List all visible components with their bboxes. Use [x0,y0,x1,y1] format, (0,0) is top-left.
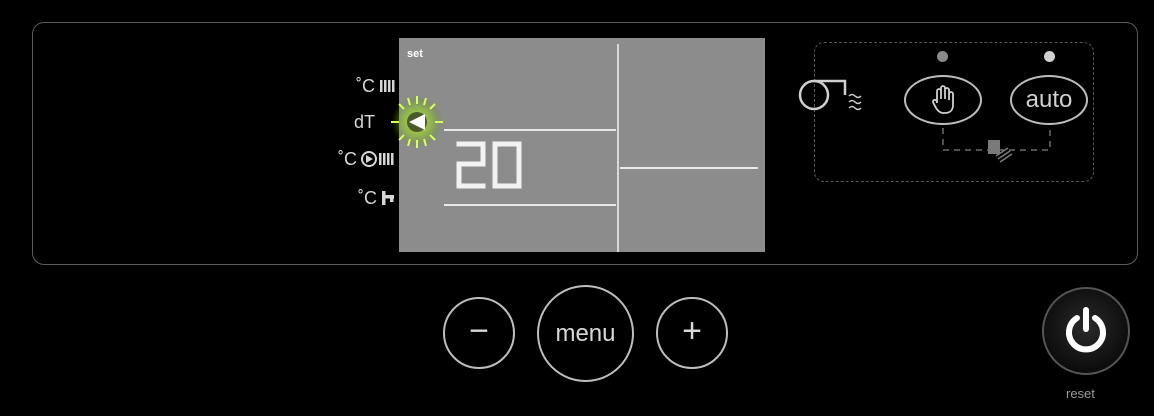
menu-button[interactable]: menu [537,285,634,382]
menu-label: menu [555,319,616,347]
lcd-divider [617,44,619,252]
pump-icon [798,79,862,111]
selection-arrow-icon [391,96,443,148]
reset-label: reset [1066,386,1095,401]
lcd-line-top [444,129,616,131]
manual-led [937,51,948,62]
plus-label: + [682,312,702,350]
hand-icon [932,85,954,114]
power-button[interactable] [1042,287,1130,375]
param-row-dt: dT [354,110,375,134]
set-label: set [407,48,423,60]
minus-button[interactable]: − [443,297,515,369]
unit-celsius: ˚C [358,187,377,208]
param-row-tap-temp: ˚C [358,186,395,210]
lcd-line-bottom [444,204,616,206]
dt-label: dT [353,111,375,132]
lcd-screen: set 20 [399,38,765,252]
plus-button[interactable]: + [656,297,728,369]
mode-link-lines [942,128,1051,163]
tap-icon [382,191,394,205]
pump-radiator-icon [361,151,394,167]
unit-celsius: ˚C [356,75,375,96]
auto-led [1044,51,1055,62]
unit-celsius: ˚C [338,148,357,169]
auto-mode-button[interactable]: auto [1010,75,1088,125]
manual-mode-button[interactable] [904,75,982,125]
power-icon [1066,307,1106,353]
lcd-value-display [456,141,522,189]
minus-label: − [469,312,489,350]
lcd-line-right [620,167,758,169]
